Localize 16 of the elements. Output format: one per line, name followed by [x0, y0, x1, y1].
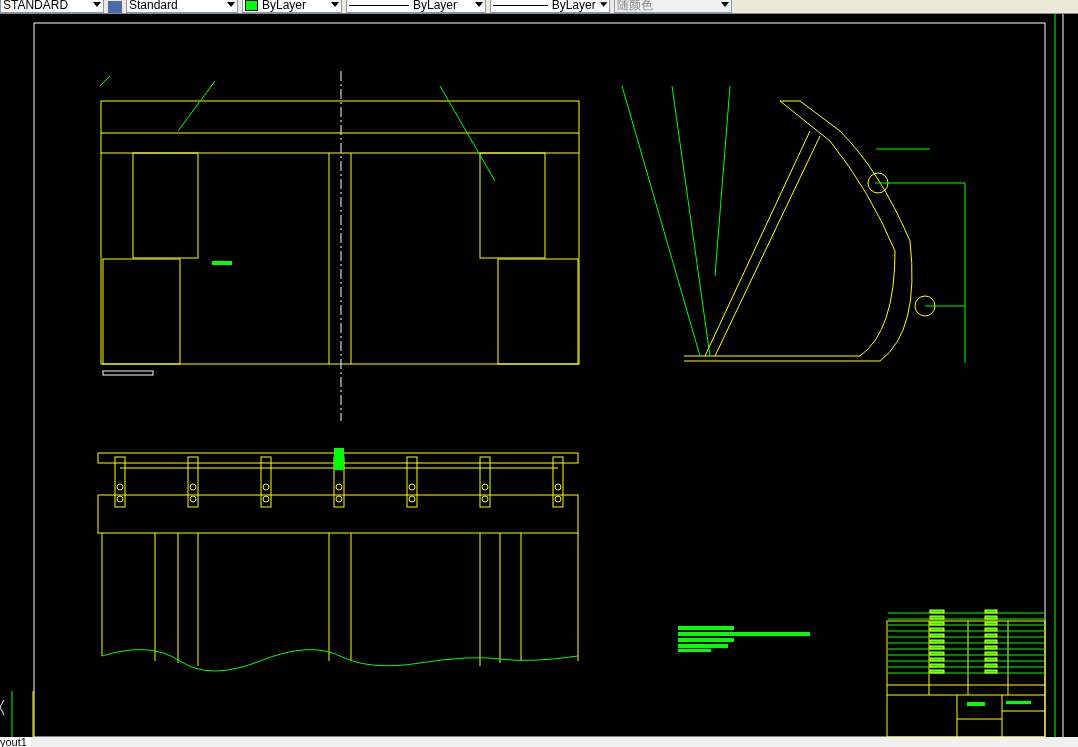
line-sample-icon — [493, 4, 548, 6]
color-swatch-icon — [245, 0, 258, 11]
toolbar-dropdown[interactable]: ByLayer — [242, 0, 342, 13]
caret-icon — [331, 2, 339, 8]
style-icon[interactable] — [108, 1, 122, 13]
caret-icon — [599, 2, 607, 8]
caret-icon — [475, 2, 483, 8]
toolbar-dropdown[interactable]: STANDARD — [0, 0, 104, 13]
toolbar-dropdown[interactable]: Standard — [126, 0, 238, 13]
ucs-icon — [0, 699, 5, 716]
toolbar-dropdown[interactable]: ByLayer — [490, 0, 610, 13]
caret-icon — [227, 2, 235, 8]
caret-icon — [721, 2, 729, 8]
toolbar-dropdown[interactable]: ByLayer — [346, 0, 486, 13]
line-sample-icon — [349, 4, 409, 6]
caret-icon — [93, 2, 101, 8]
